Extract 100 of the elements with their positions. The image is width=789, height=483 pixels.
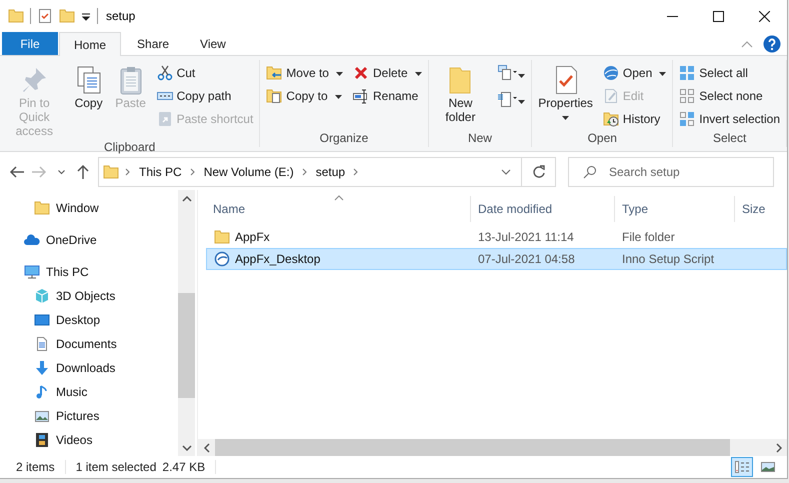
search-icon — [583, 165, 597, 179]
forward-arrow-icon — [31, 164, 47, 180]
scroll-down-icon[interactable] — [182, 444, 192, 450]
collapse-ribbon-icon[interactable] — [741, 38, 753, 48]
close-icon — [758, 10, 770, 22]
dropdown-chevron-icon[interactable] — [501, 169, 511, 175]
folder-arrow-icon — [266, 64, 282, 80]
ribbon-button[interactable]: Delete — [350, 62, 424, 83]
address-bar[interactable]: This PC New Volume (E:) setup — [98, 157, 522, 187]
pencil-document-icon — [602, 88, 619, 104]
breadcrumb-item[interactable]: setup — [314, 165, 348, 179]
document-icon — [34, 336, 50, 352]
ribbon-button[interactable]: New folder — [432, 62, 488, 126]
ribbon-button[interactable]: Invert selection — [677, 108, 782, 129]
vertical-scrollbar[interactable] — [178, 190, 195, 456]
search-field[interactable]: Search setup — [568, 157, 774, 187]
sidebar-item[interactable]: Downloads — [0, 356, 178, 380]
up-arrow-icon — [75, 164, 91, 180]
ribbon-button[interactable]: Select none — [677, 85, 782, 106]
date-modified: 07-Jul-2021 04:58 — [477, 252, 576, 266]
ribbon-button[interactable]: Copy path — [154, 85, 256, 106]
sidebar-item[interactable]: Pictures — [0, 404, 178, 428]
scroll-left-icon[interactable] — [204, 442, 210, 452]
help-icon[interactable] — [763, 34, 781, 52]
sidebar-item[interactable]: Window — [0, 196, 178, 220]
sidebar-item[interactable]: 3D Objects — [0, 284, 178, 308]
ribbon-tab[interactable]: View — [185, 32, 241, 55]
clock-icon — [602, 110, 619, 126]
desktop-icon — [34, 312, 50, 328]
sidebar-item[interactable]: OneDrive — [0, 228, 178, 252]
details-list-icon — [734, 460, 750, 474]
ribbon-button[interactable]: Properties — [536, 62, 595, 126]
folder-icon — [214, 229, 230, 245]
group-label: Select — [712, 131, 748, 147]
column-header[interactable]: Date modified — [470, 196, 614, 222]
chevron-icon — [190, 168, 196, 176]
ribbon-button[interactable]: Select all — [677, 62, 782, 83]
file-tab[interactable]: File — [2, 32, 58, 55]
ribbon-button[interactable]: Copy — [70, 62, 107, 112]
scroll-right-icon[interactable] — [776, 442, 782, 452]
column-header[interactable]: Type — [614, 196, 734, 222]
picture-icon — [34, 408, 50, 424]
scroll-thumb[interactable] — [178, 293, 195, 398]
clipboard-shortcut-icon — [156, 110, 173, 126]
download-arrow-icon — [34, 360, 50, 376]
monitor-icon — [24, 264, 40, 280]
folder-document-icon — [266, 88, 282, 104]
globe-icon — [602, 64, 619, 80]
breadcrumb-item[interactable]: This PC — [137, 165, 184, 179]
picture-icon — [760, 460, 776, 474]
cross-icon — [352, 64, 369, 80]
checklist-icon[interactable] — [37, 8, 53, 24]
sidebar-item[interactable]: Documents — [0, 332, 178, 356]
folder-icon — [103, 164, 119, 180]
grid-outline-icon — [679, 88, 696, 104]
status-text: 1 item selected — [76, 460, 158, 474]
refresh-icon — [532, 165, 546, 179]
recent-dropdown-icon — [58, 170, 64, 174]
sidebar-item[interactable]: Music — [0, 380, 178, 404]
scroll-up-icon[interactable] — [182, 196, 192, 202]
ribbon-button[interactable]: Cut — [154, 62, 256, 83]
cube-icon — [34, 288, 50, 304]
ribbon-button[interactable]: Rename — [350, 85, 424, 106]
sidebar-item[interactable]: Videos — [0, 428, 178, 452]
ribbon-button[interactable]: Open — [600, 62, 668, 83]
film-icon — [34, 432, 50, 448]
ribbon-tab[interactable]: Home — [59, 32, 122, 56]
group-label: New — [466, 131, 493, 147]
sidebar-item[interactable]: Desktop — [0, 308, 178, 332]
group-label: Open — [586, 131, 618, 147]
back-arrow-icon — [9, 164, 25, 180]
file-type: Inno Setup Script — [621, 252, 716, 266]
details-view-button[interactable] — [731, 457, 753, 477]
status-text: 2.47 KB — [162, 460, 216, 474]
ribbon-button[interactable]: History — [600, 108, 668, 129]
file-name: AppFx_Desktop — [207, 251, 471, 267]
maximize-icon — [712, 10, 724, 22]
cloud-icon — [24, 232, 40, 248]
ribbon-button[interactable]: Copy to — [264, 85, 345, 106]
column-header[interactable]: Name — [206, 196, 470, 222]
grid-icon — [679, 64, 696, 80]
folder-icon — [34, 200, 50, 216]
file-name: AppFx — [207, 229, 471, 245]
status-text: 2 items — [16, 460, 66, 474]
refresh-button[interactable] — [522, 157, 556, 187]
ribbon-button[interactable]: Move to — [264, 62, 345, 83]
file-row[interactable]: AppFx 13-Jul-2021 11:14 File folder — [206, 226, 787, 248]
chevron-icon — [302, 168, 308, 176]
sort-ascending-icon — [334, 195, 344, 201]
folder-icon — [8, 8, 24, 24]
breadcrumb-item[interactable]: New Volume (E:) — [202, 165, 296, 179]
selected-row[interactable]: AppFx_Desktop 07-Jul-2021 04:58 Inno Setup Script — [206, 248, 787, 270]
chevron-icon — [125, 168, 131, 176]
rename-icon — [352, 88, 369, 104]
date-modified: 13-Jul-2021 11:14 — [477, 230, 575, 244]
column-header[interactable]: Size — [734, 196, 784, 222]
chevron-icon — [353, 168, 360, 176]
ribbon-tab[interactable]: Share — [122, 32, 184, 55]
scissors-icon — [156, 64, 173, 80]
sidebar-item[interactable]: This PC — [0, 260, 178, 284]
